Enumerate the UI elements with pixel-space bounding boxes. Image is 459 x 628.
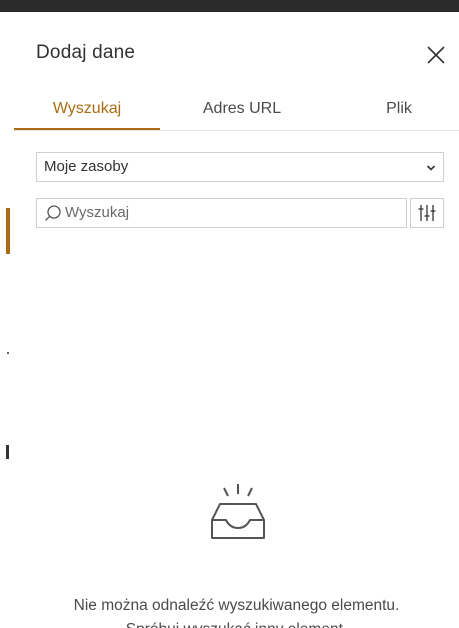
close-icon — [427, 46, 445, 64]
tab-search[interactable]: Wyszukaj — [14, 92, 160, 130]
page: Dodaj dane Wyszukaj Adres URL Plik Moje … — [0, 0, 459, 628]
search-field[interactable] — [36, 198, 407, 228]
search-icon — [45, 205, 61, 221]
tab-bar: Wyszukaj Adres URL Plik — [14, 92, 459, 131]
tab-url[interactable]: Adres URL — [182, 92, 302, 130]
filter-sliders-icon — [418, 205, 436, 221]
background-dash — [6, 445, 9, 459]
map-edge — [0, 12, 14, 628]
search-input[interactable] — [65, 201, 395, 223]
panel-title: Dodaj dane — [36, 42, 136, 63]
background-accent-mark — [6, 208, 10, 254]
tab-file[interactable]: Plik — [354, 92, 444, 130]
close-button[interactable] — [423, 42, 449, 68]
source-select[interactable]: Moje zasoby — [36, 152, 444, 182]
source-select-value: Moje zasoby — [44, 158, 129, 175]
chevron-down-icon — [426, 165, 436, 171]
empty-state-message: Nie można odnaleźć wyszukiwanego element… — [14, 594, 459, 628]
empty-state-line-2: Spróbuj wyszukać inny element. — [14, 618, 459, 628]
empty-inbox-icon — [211, 484, 265, 539]
window-top-border — [0, 0, 459, 12]
filter-button[interactable] — [410, 198, 444, 228]
background-dot — [7, 352, 9, 354]
empty-state-line-1: Nie można odnaleźć wyszukiwanego element… — [73, 597, 400, 614]
add-data-panel: Dodaj dane Wyszukaj Adres URL Plik Moje … — [14, 12, 459, 628]
panel-header: Dodaj dane — [14, 12, 459, 92]
